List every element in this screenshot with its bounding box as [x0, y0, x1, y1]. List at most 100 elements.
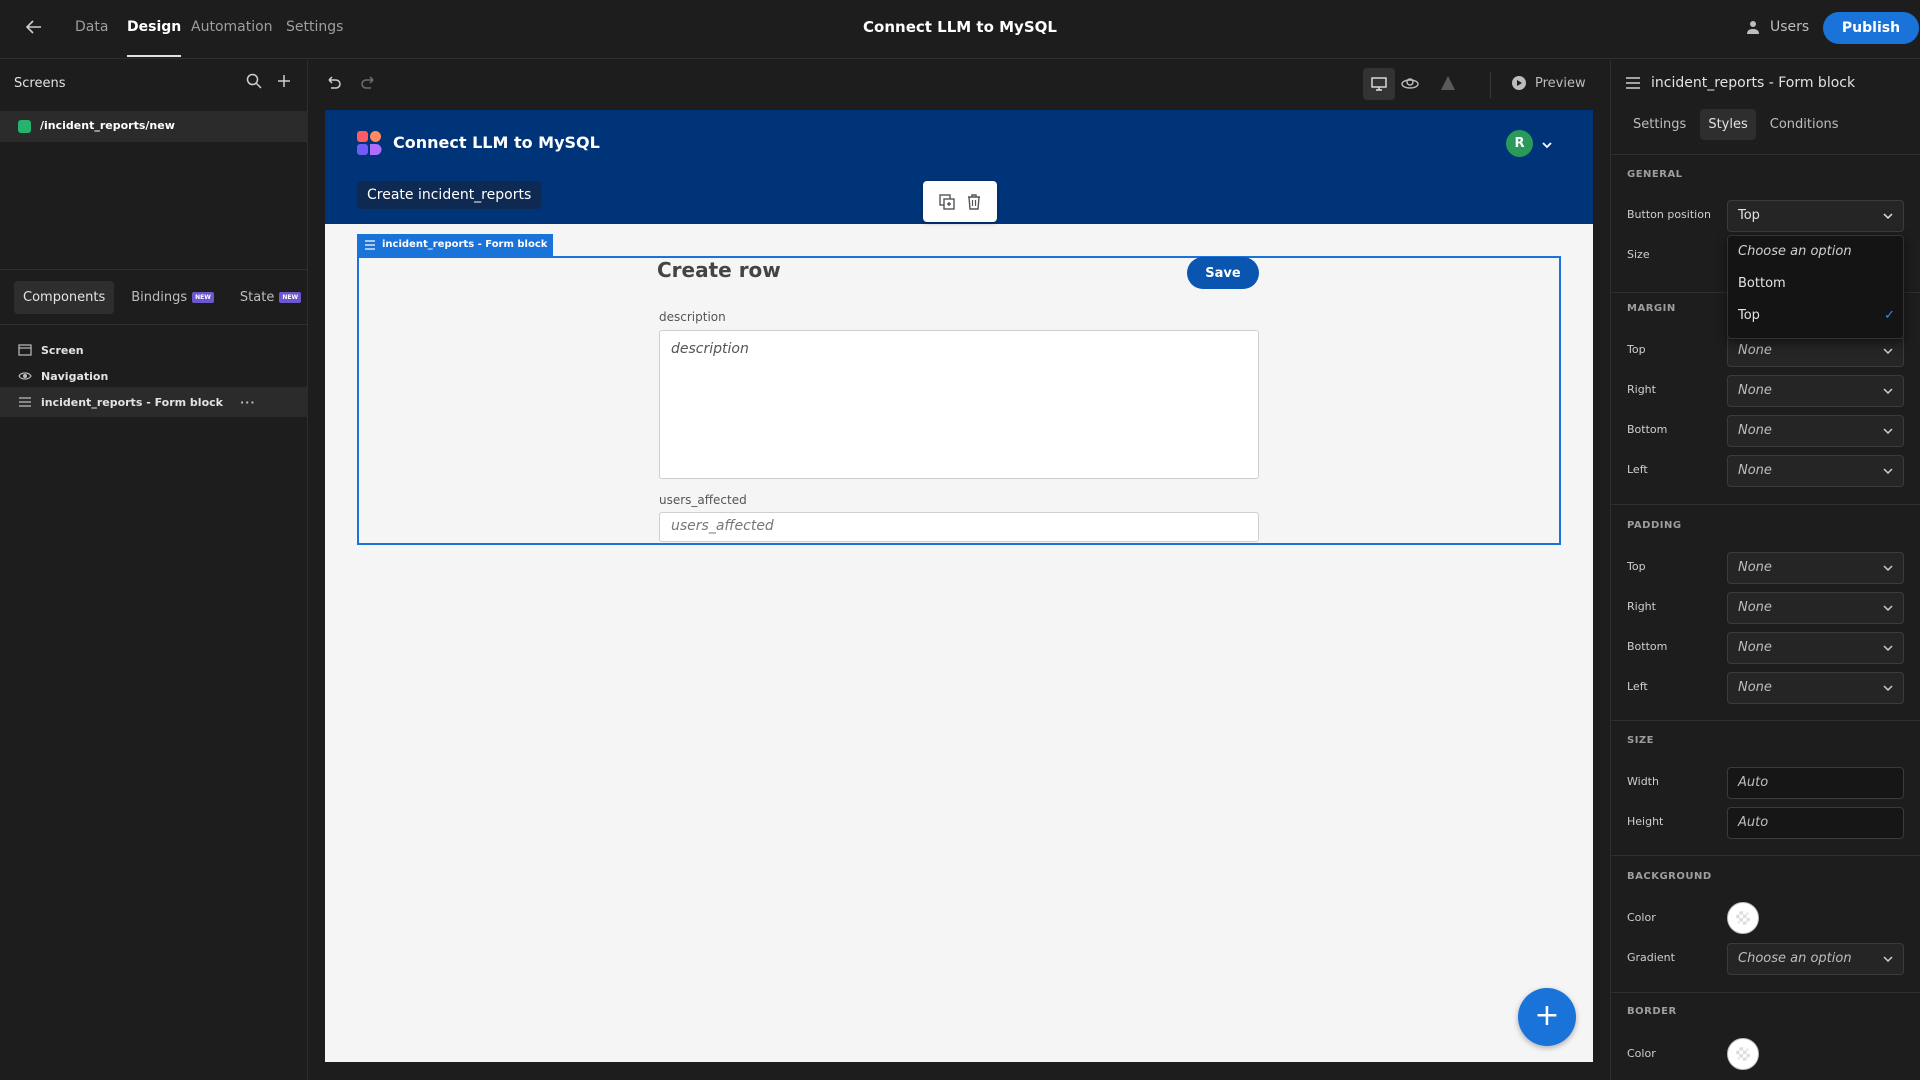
tab-bindings-label: Bindings [131, 290, 188, 305]
width-label: Width [1627, 775, 1659, 788]
tab-state[interactable]: State NEW [231, 281, 310, 314]
avatar[interactable]: R [1506, 130, 1533, 157]
gradient-select[interactable]: Choose an option [1727, 943, 1904, 975]
tree-item-form-block[interactable]: incident_reports - Form block ··· [0, 387, 308, 417]
screen-icon [18, 344, 32, 356]
desktop-view-icon[interactable] [1363, 68, 1395, 100]
duplicate-icon[interactable] [939, 193, 955, 210]
right-panel: incident_reports - Form block Settings S… [1610, 60, 1920, 1080]
section-background: BACKGROUND [1627, 871, 1712, 882]
form-block-icon [19, 397, 31, 407]
users-affected-field[interactable]: users_affected [659, 512, 1259, 542]
divider [1611, 992, 1920, 993]
height-input[interactable]: Auto [1727, 807, 1904, 839]
tab-settings[interactable]: Settings [1625, 109, 1694, 140]
padding-top-label: Top [1627, 560, 1646, 573]
tab-settings[interactable]: Settings [286, 19, 343, 35]
publish-button[interactable]: Publish [1823, 12, 1919, 44]
margin-right-value: None [1738, 383, 1772, 398]
padding-left-select[interactable]: None [1727, 672, 1904, 704]
save-button[interactable]: Save [1187, 257, 1259, 289]
back-arrow-icon[interactable] [24, 17, 52, 41]
tab-design[interactable]: Design [127, 19, 182, 57]
new-badge: NEW [279, 292, 302, 303]
background-color-label: Color [1627, 911, 1656, 924]
divider [1611, 504, 1920, 505]
component-actions [923, 181, 997, 222]
preview-button[interactable]: Preview [1511, 75, 1586, 91]
screen-route: /incident_reports/new [40, 119, 175, 132]
tree-item-label: Screen [41, 343, 84, 357]
padding-top-select[interactable]: None [1727, 552, 1904, 584]
section-margin: MARGIN [1627, 303, 1676, 314]
margin-left-label: Left [1627, 463, 1648, 476]
app-logo-icon [357, 131, 383, 161]
padding-right-value: None [1738, 600, 1772, 615]
section-border: BORDER [1627, 1006, 1677, 1017]
more-options-icon[interactable]: ··· [240, 396, 256, 409]
panel-title: incident_reports - Form block [1625, 75, 1855, 91]
add-screen-icon[interactable] [276, 73, 292, 89]
tab-components[interactable]: Components [14, 281, 115, 314]
users-affected-label: users_affected [659, 493, 747, 507]
canvas-toolbar: Preview [309, 60, 1609, 109]
form-block-icon [1626, 77, 1640, 89]
chevron-down-icon[interactable] [1541, 136, 1553, 155]
chevron-down-icon [1883, 468, 1893, 475]
border-color-label: Color [1627, 1047, 1656, 1060]
tab-data[interactable]: Data [75, 19, 108, 35]
background-color-swatch[interactable] [1727, 902, 1759, 934]
margin-bottom-label: Bottom [1627, 423, 1668, 436]
theme-icon[interactable] [1401, 76, 1419, 90]
tree-item-label: incident_reports - Form block [41, 395, 223, 409]
padding-left-value: None [1738, 680, 1772, 695]
tab-bindings[interactable]: Bindings NEW [122, 281, 223, 314]
trash-icon[interactable] [967, 193, 981, 210]
padding-right-label: Right [1627, 600, 1656, 613]
tab-components-label: Components [23, 290, 106, 305]
margin-bottom-value: None [1738, 423, 1772, 438]
dropdown-option-bottom[interactable]: Bottom [1728, 268, 1905, 300]
form-block-tag[interactable]: incident_reports - Form block [357, 234, 554, 256]
margin-left-select[interactable]: None [1727, 455, 1904, 487]
button-position-value: Top [1738, 208, 1760, 223]
tab-conditions[interactable]: Conditions [1762, 109, 1847, 140]
chevron-down-icon [1883, 213, 1893, 220]
users-button[interactable]: Users [1746, 19, 1809, 35]
width-input[interactable]: Auto [1727, 767, 1904, 799]
add-component-button[interactable]: + [1518, 988, 1576, 1046]
warning-icon[interactable] [1440, 75, 1456, 91]
dropdown-option-top[interactable]: Top ✓ [1728, 300, 1905, 332]
breadcrumb[interactable]: Create incident_reports [357, 181, 542, 209]
left-panel: Screens /incident_reports/new Components… [0, 60, 308, 1080]
border-color-swatch[interactable] [1727, 1038, 1759, 1070]
margin-top-select[interactable]: None [1727, 335, 1904, 367]
description-field[interactable]: description [659, 330, 1259, 479]
section-padding: PADDING [1627, 520, 1682, 531]
margin-bottom-select[interactable]: None [1727, 415, 1904, 447]
tab-styles[interactable]: Styles [1700, 109, 1756, 140]
margin-right-select[interactable]: None [1727, 375, 1904, 407]
chevron-down-icon [1883, 956, 1893, 963]
users-icon [1747, 21, 1759, 34]
tab-automation[interactable]: Automation [191, 19, 273, 35]
height-label: Height [1627, 815, 1664, 828]
chevron-down-icon [1883, 645, 1893, 652]
padding-right-select[interactable]: None [1727, 592, 1904, 624]
description-label: description [659, 310, 726, 324]
redo-icon[interactable] [359, 74, 377, 92]
search-icon[interactable] [246, 73, 262, 89]
margin-top-label: Top [1627, 343, 1646, 356]
divider [1611, 720, 1920, 721]
checkmark-icon: ✓ [1884, 308, 1895, 323]
padding-bottom-value: None [1738, 640, 1772, 655]
screen-item[interactable]: /incident_reports/new [0, 111, 308, 142]
chevron-down-icon [1883, 685, 1893, 692]
undo-icon[interactable] [325, 74, 343, 92]
padding-bottom-select[interactable]: None [1727, 632, 1904, 664]
dropdown-option-placeholder[interactable]: Choose an option [1728, 236, 1905, 268]
form-block-icon [365, 240, 375, 250]
divider [1490, 72, 1491, 98]
button-position-select[interactable]: Top [1727, 200, 1904, 232]
preview-label: Preview [1535, 75, 1586, 91]
